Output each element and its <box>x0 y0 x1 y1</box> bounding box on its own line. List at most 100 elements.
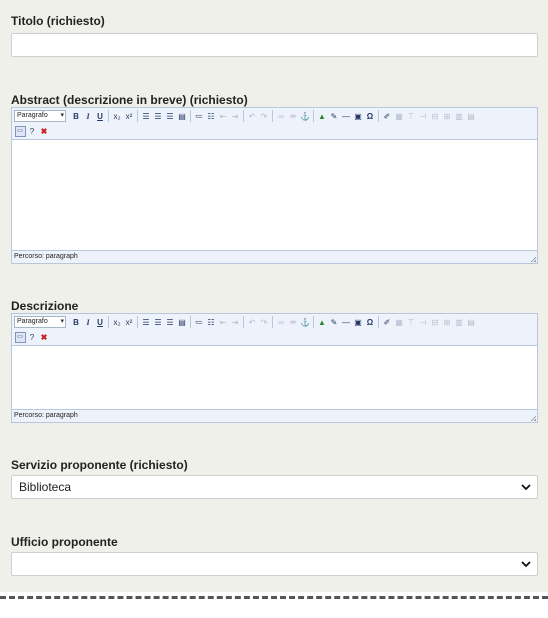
align-center-icon[interactable]: ☰ <box>153 317 164 328</box>
toolbar-separator <box>378 110 379 122</box>
chevron-down-icon <box>521 561 531 568</box>
resize-grip-icon[interactable] <box>530 256 536 262</box>
redo-icon[interactable]: ↷ <box>259 317 270 328</box>
image-icon[interactable]: ▲ <box>317 317 328 328</box>
status-path-text: Percorso: paragraph <box>14 412 78 419</box>
remove-format-icon[interactable]: ✖ <box>39 332 50 343</box>
status-path-text: Percorso: paragraph <box>14 253 78 260</box>
undo-icon[interactable]: ↶ <box>247 111 258 122</box>
align-justify-icon[interactable]: ▤ <box>177 111 188 122</box>
service-select-value: Biblioteca <box>19 480 72 494</box>
align-center-icon[interactable]: ☰ <box>153 111 164 122</box>
dashed-divider <box>0 596 548 599</box>
description-label: Descrizione <box>11 299 79 313</box>
indent-icon[interactable]: ⇥ <box>230 317 241 328</box>
outdent-icon[interactable]: ⇤ <box>218 111 229 122</box>
indent-icon[interactable]: ⇥ <box>230 111 241 122</box>
link-icon[interactable]: ∞ <box>276 111 287 122</box>
description-format-select[interactable]: Paragrafo ▾ <box>14 316 66 328</box>
help-icon[interactable]: ? <box>27 126 38 137</box>
numbered-list-icon[interactable]: ☷ <box>206 111 217 122</box>
remove-format-icon[interactable]: ✖ <box>39 126 50 137</box>
horizontal-rule-icon[interactable]: ― <box>341 317 352 328</box>
abstract-editor-content[interactable] <box>12 140 537 250</box>
chevron-down-icon <box>521 484 531 491</box>
image-icon[interactable]: ▲ <box>317 111 328 122</box>
special-char-icon[interactable]: Ω <box>365 317 376 328</box>
fullscreen-icon[interactable]: ▭ <box>14 332 26 343</box>
table-col-icon[interactable]: ⊣ <box>418 317 429 328</box>
toolbar-separator <box>137 110 138 122</box>
code-icon[interactable]: ▣ <box>353 111 364 122</box>
italic-icon[interactable]: I <box>83 111 94 122</box>
table-props-icon[interactable]: ▥ <box>454 317 465 328</box>
redo-icon[interactable]: ↷ <box>259 111 270 122</box>
bold-icon[interactable]: B <box>71 317 82 328</box>
table-cell-icon[interactable]: ▤ <box>466 317 477 328</box>
description-editor: Paragrafo ▾ B I U x₂ x² ☰ ☰ ☰ ▤ ≔ ☷ ⇤ ⇥ ↶… <box>11 313 538 423</box>
unlink-icon[interactable]: ⚮ <box>288 111 299 122</box>
align-left-icon[interactable]: ☰ <box>141 317 152 328</box>
format-select-value: Paragrafo <box>17 318 48 325</box>
chevron-down-icon: ▾ <box>60 318 64 325</box>
service-select[interactable]: Biblioteca <box>11 475 538 499</box>
office-select[interactable] <box>11 552 538 576</box>
code-icon[interactable]: ▣ <box>353 317 364 328</box>
outdent-icon[interactable]: ⇤ <box>218 317 229 328</box>
unlink-icon[interactable]: ⚮ <box>288 317 299 328</box>
numbered-list-icon[interactable]: ☷ <box>206 317 217 328</box>
toolbar-separator <box>243 110 244 122</box>
underline-icon[interactable]: U <box>95 317 106 328</box>
align-justify-icon[interactable]: ▤ <box>177 317 188 328</box>
superscript-icon[interactable]: x² <box>124 111 135 122</box>
superscript-icon[interactable]: x² <box>124 317 135 328</box>
form-panel <box>0 0 548 592</box>
toolbar-separator <box>272 316 273 328</box>
table-icon[interactable]: ▦ <box>394 111 405 122</box>
subscript-icon[interactable]: x₂ <box>112 111 123 122</box>
abstract-format-select[interactable]: Paragrafo ▾ <box>14 110 66 122</box>
anchor-icon[interactable]: ⚓ <box>300 111 311 122</box>
subscript-icon[interactable]: x₂ <box>112 317 123 328</box>
edit-icon[interactable]: ✐ <box>382 111 393 122</box>
horizontal-rule-icon[interactable]: ― <box>341 111 352 122</box>
align-right-icon[interactable]: ☰ <box>165 111 176 122</box>
abstract-statusbar: Percorso: paragraph <box>12 250 537 263</box>
bullet-list-icon[interactable]: ≔ <box>194 111 205 122</box>
toolbar-separator <box>272 110 273 122</box>
description-editor-content[interactable] <box>12 346 537 409</box>
cleanup-icon[interactable]: ✎ <box>329 317 340 328</box>
cleanup-icon[interactable]: ✎ <box>329 111 340 122</box>
table-col-icon[interactable]: ⊣ <box>418 111 429 122</box>
table-cell-icon[interactable]: ▤ <box>466 111 477 122</box>
italic-icon[interactable]: I <box>83 317 94 328</box>
special-char-icon[interactable]: Ω <box>365 111 376 122</box>
title-input[interactable] <box>11 33 538 57</box>
link-icon[interactable]: ∞ <box>276 317 287 328</box>
bold-icon[interactable]: B <box>71 111 82 122</box>
table-split-icon[interactable]: ⊟ <box>430 111 441 122</box>
help-icon[interactable]: ? <box>27 332 38 343</box>
toolbar-separator <box>190 316 191 328</box>
table-icon[interactable]: ▦ <box>394 317 405 328</box>
table-split-icon[interactable]: ⊟ <box>430 317 441 328</box>
resize-grip-icon[interactable] <box>530 415 536 421</box>
table-row-icon[interactable]: ⊤ <box>406 317 417 328</box>
table-merge-icon[interactable]: ⊞ <box>442 317 453 328</box>
fullscreen-icon[interactable]: ▭ <box>14 126 26 137</box>
toolbar-separator <box>313 316 314 328</box>
anchor-icon[interactable]: ⚓ <box>300 317 311 328</box>
table-props-icon[interactable]: ▥ <box>454 111 465 122</box>
align-right-icon[interactable]: ☰ <box>165 317 176 328</box>
align-left-icon[interactable]: ☰ <box>141 111 152 122</box>
toolbar-separator <box>190 110 191 122</box>
toolbar-separator <box>313 110 314 122</box>
abstract-label: Abstract (descrizione in breve) (richies… <box>11 93 248 107</box>
table-row-icon[interactable]: ⊤ <box>406 111 417 122</box>
table-merge-icon[interactable]: ⊞ <box>442 111 453 122</box>
bullet-list-icon[interactable]: ≔ <box>194 317 205 328</box>
underline-icon[interactable]: U <box>95 111 106 122</box>
undo-icon[interactable]: ↶ <box>247 317 258 328</box>
edit-icon[interactable]: ✐ <box>382 317 393 328</box>
abstract-editor: Paragrafo ▾ B I U x₂ x² ☰ ☰ ☰ ▤ ≔ ☷ ⇤ ⇥ ↶… <box>11 107 538 264</box>
